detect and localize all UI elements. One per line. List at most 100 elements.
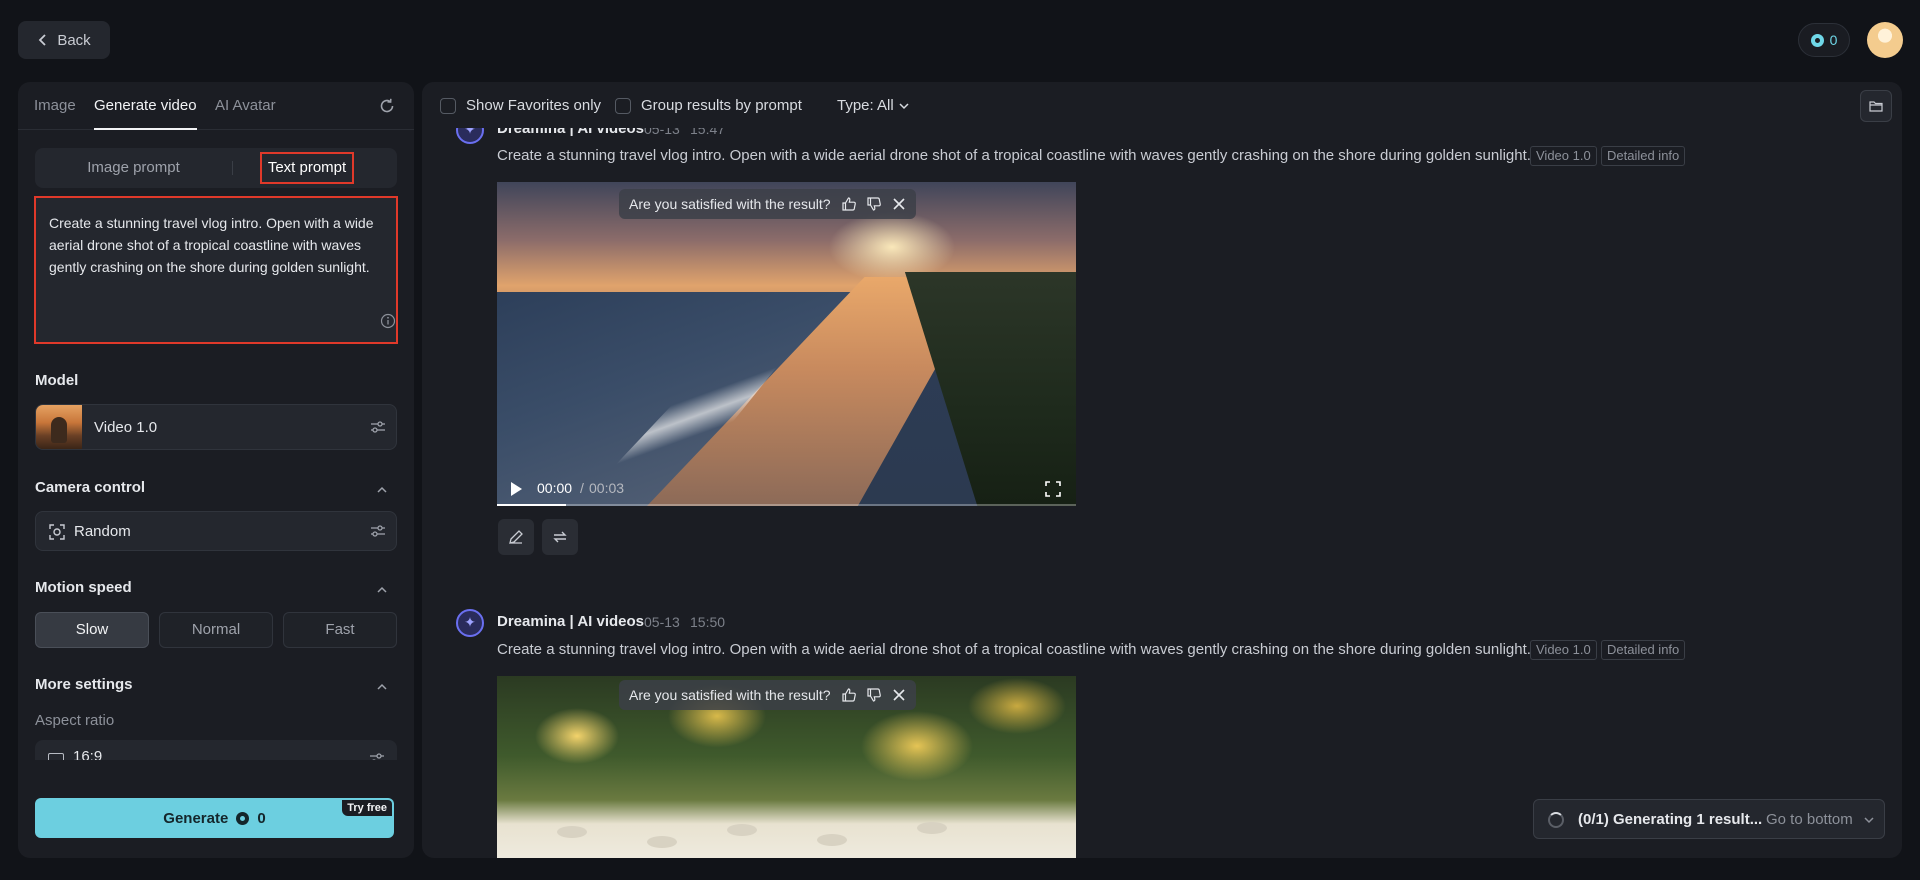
sliders-icon[interactable]	[369, 751, 385, 760]
play-icon[interactable]	[511, 482, 522, 496]
repeat-icon	[553, 531, 567, 543]
video-player[interactable]: Are you satisfied with the result? 00:00…	[497, 182, 1076, 506]
favorites-checkbox[interactable]	[440, 98, 456, 114]
detailed-info-tag[interactable]: Detailed info	[1601, 146, 1686, 166]
tab-image[interactable]: Image	[34, 97, 76, 114]
model-tag[interactable]: Video 1.0	[1530, 640, 1597, 660]
model-label: Model	[35, 372, 79, 389]
folder-icon	[1869, 101, 1883, 112]
result-date: 05-13	[644, 614, 680, 630]
video-controls: 00:00 / 00:03	[497, 470, 1076, 506]
video-progress-fill	[497, 504, 567, 506]
beach-umbrella	[557, 826, 587, 838]
model-thumbnail	[36, 405, 82, 449]
beach-umbrella	[817, 834, 847, 846]
camera-control-label: Camera control	[35, 479, 146, 496]
text-prompt-option[interactable]: Text prompt	[260, 152, 354, 184]
total-time: 00:03	[589, 480, 625, 496]
chevron-up-icon[interactable]	[376, 484, 388, 496]
image-prompt-option[interactable]: Image prompt	[35, 148, 232, 188]
credits-badge[interactable]: 0	[1798, 23, 1850, 57]
prompt-textarea[interactable]: Create a stunning travel vlog intro. Ope…	[34, 196, 398, 344]
results-panel: Dreamina | AI videos 05-13 15:47 Create …	[422, 82, 1902, 858]
aspect-ratio-value: 16:9	[73, 748, 103, 760]
info-icon[interactable]	[380, 313, 396, 329]
feedback-text: Are you satisfied with the result?	[629, 196, 831, 212]
avatar[interactable]	[1867, 22, 1903, 58]
loading-spinner-icon	[1548, 812, 1564, 828]
favorites-label[interactable]: Show Favorites only	[466, 97, 601, 114]
folder-button[interactable]	[1860, 90, 1892, 122]
speed-slow-button[interactable]: Slow	[35, 612, 149, 648]
video-player[interactable]: Are you satisfied with the result?	[497, 676, 1076, 858]
chevron-down-icon[interactable]	[899, 101, 909, 111]
results-toolbar: Show Favorites only Group results by pro…	[422, 82, 1902, 128]
time-separator: /	[580, 480, 584, 496]
thumbs-up-icon[interactable]	[841, 688, 856, 702]
beach-umbrella	[917, 822, 947, 834]
model-tag[interactable]: Video 1.0	[1530, 146, 1597, 166]
edit-button[interactable]	[498, 519, 534, 555]
close-icon[interactable]	[892, 197, 906, 211]
tab-generate-video[interactable]: Generate video	[94, 97, 197, 114]
top-bar: Back 0	[0, 0, 1920, 80]
beach-umbrella	[647, 836, 677, 848]
result-time: 15:50	[690, 614, 726, 630]
thumbs-up-icon[interactable]	[841, 197, 856, 211]
type-filter-dropdown[interactable]: Type: All	[837, 97, 894, 114]
tab-ai-avatar[interactable]: AI Avatar	[215, 97, 276, 114]
generate-button[interactable]: Generate 0 Try free	[35, 798, 394, 838]
beach-umbrella	[727, 824, 757, 836]
aspect-ratio-clip: 16:9	[18, 740, 414, 760]
chevron-left-icon	[39, 34, 46, 46]
result-prompt: Create a stunning travel vlog intro. Ope…	[497, 641, 1531, 658]
fullscreen-icon[interactable]	[1045, 481, 1061, 497]
feedback-prompt: Are you satisfied with the result?	[619, 189, 916, 219]
active-tab-indicator	[94, 128, 197, 130]
generate-cost: 0	[257, 809, 266, 827]
more-settings-label: More settings	[35, 676, 133, 693]
ratio-icon	[48, 753, 64, 760]
credit-coin-icon	[236, 811, 250, 825]
go-to-bottom-link[interactable]: Go to bottom	[1766, 811, 1853, 828]
current-time: 00:00	[537, 480, 573, 496]
sliders-icon[interactable]	[370, 523, 386, 539]
close-icon[interactable]	[892, 688, 906, 702]
camera-control-selector[interactable]: Random	[35, 511, 397, 551]
divider	[232, 161, 233, 175]
motion-speed-label: Motion speed	[35, 579, 132, 596]
credit-coin-icon	[1810, 33, 1824, 47]
generating-text: (0/1) Generating 1 result...	[1578, 811, 1763, 828]
model-selector[interactable]: Video 1.0	[35, 404, 397, 450]
regenerate-button[interactable]	[542, 519, 578, 555]
back-button[interactable]: Back	[18, 21, 110, 59]
camera-value: Random	[74, 523, 131, 540]
aspect-ratio-label: Aspect ratio	[35, 712, 115, 729]
thumbs-down-icon[interactable]	[866, 197, 881, 211]
sliders-icon[interactable]	[370, 419, 386, 435]
aspect-ratio-selector[interactable]: 16:9	[35, 740, 397, 760]
video-progress-bar[interactable]	[497, 504, 1076, 506]
group-by-prompt-checkbox[interactable]	[615, 98, 631, 114]
detailed-info-tag[interactable]: Detailed info	[1601, 640, 1686, 660]
prompt-text[interactable]: Create a stunning travel vlog intro. Ope…	[49, 212, 385, 278]
dreamina-logo-icon	[456, 609, 484, 637]
speed-fast-button[interactable]: Fast	[283, 612, 397, 648]
chevron-up-icon[interactable]	[376, 584, 388, 596]
chevron-up-icon[interactable]	[376, 681, 388, 693]
thumbs-down-icon[interactable]	[866, 688, 881, 702]
camera-focus-icon	[49, 524, 65, 540]
generation-panel: Image Generate video AI Avatar Image pro…	[18, 82, 414, 858]
refresh-icon[interactable]	[378, 97, 396, 115]
credits-count: 0	[1829, 32, 1838, 48]
back-label: Back	[57, 31, 91, 49]
chevron-down-icon[interactable]	[1864, 815, 1874, 825]
pencil-icon	[509, 530, 523, 544]
bot-name: Dreamina | AI videos	[497, 613, 645, 630]
try-free-badge: Try free	[342, 800, 392, 816]
model-name: Video 1.0	[94, 419, 158, 436]
mode-tabs: Image Generate video AI Avatar	[18, 82, 414, 130]
group-by-prompt-label[interactable]: Group results by prompt	[641, 97, 802, 114]
speed-normal-button[interactable]: Normal	[159, 612, 273, 648]
results-feed: Dreamina | AI videos 05-13 15:47 Create …	[422, 82, 1902, 858]
